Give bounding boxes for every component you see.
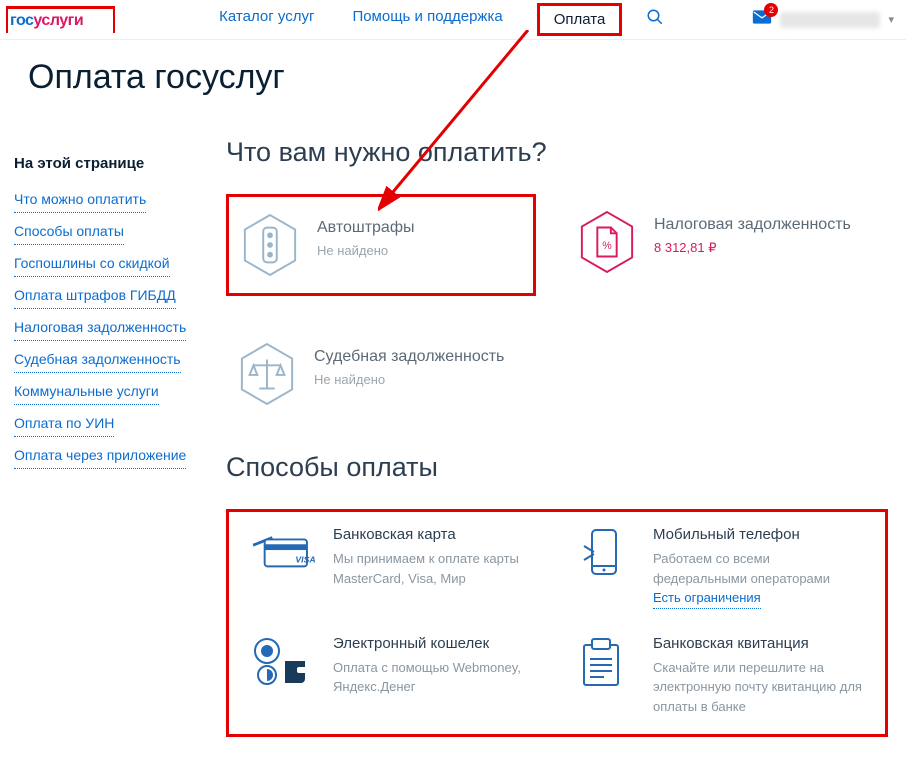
search-icon[interactable] [646, 8, 664, 31]
chevron-down-icon: ▾ [888, 13, 894, 26]
service-name: Судебная задолженность [314, 348, 504, 366]
svg-text:%: % [602, 240, 612, 252]
user-name-blurred [780, 12, 880, 28]
pay-method-receipt[interactable]: Банковская квитанция Скачайте или перешл… [567, 635, 867, 717]
logo[interactable]: госуслуги [6, 6, 115, 33]
pay-method-wallet[interactable]: Электронный кошелек Оплата с помощью Web… [247, 635, 547, 717]
pay-sub: Скачайте или перешлите на электронную по… [653, 658, 867, 717]
pay-limit-link[interactable]: Есть ограничения [653, 588, 761, 609]
pay-sub: Работаем со всеми федеральными оператора… [653, 549, 867, 588]
page-title: Оплата госуслуг [0, 40, 906, 107]
service-name: Автоштрафы [317, 219, 415, 237]
sidebar-link-5[interactable]: Судебная задолженность [14, 346, 181, 373]
sidebar-link-2[interactable]: Госпошлины со скидкой [14, 250, 170, 277]
logo-text1: гос [10, 12, 33, 29]
service-tax[interactable]: % Налоговая задолженность 8 312,81 ₽ [566, 194, 876, 296]
pay-sub: Оплата с помощью Webmoney, Яндекс.Денег [333, 658, 547, 697]
services-title: Что вам нужно оплатить? [226, 137, 888, 168]
mobile-icon [567, 526, 635, 609]
card-icon: VISA [247, 526, 315, 609]
payment-title: Способы оплаты [226, 452, 888, 483]
document-percent-icon: % [578, 210, 636, 274]
sidebar-title: На этой странице [14, 155, 208, 172]
service-name: Налоговая задолженность [654, 216, 851, 234]
service-fines[interactable]: Автоштрафы Не найдено [226, 194, 536, 296]
sidebar-link-1[interactable]: Способы оплаты [14, 218, 124, 245]
pay-method-mobile[interactable]: Мобильный телефон Работаем со всеми феде… [567, 526, 867, 609]
pay-method-card[interactable]: VISA Банковская карта Мы принимаем к опл… [247, 526, 547, 609]
pay-name: Электронный кошелек [333, 635, 547, 652]
nav-payment[interactable]: Оплата [537, 3, 623, 36]
user-menu[interactable]: 2 ▾ [752, 9, 894, 30]
nav-items: Каталог услуг Помощь и поддержка Оплата [215, 3, 622, 36]
svg-text:VISA: VISA [295, 555, 315, 565]
ewallet-icon [247, 635, 315, 717]
scales-icon [238, 342, 296, 406]
sidebar-link-8[interactable]: Оплата через приложение [14, 442, 186, 469]
payment-grid: VISA Банковская карта Мы принимаем к опл… [226, 509, 888, 737]
service-sub: Не найдено [314, 372, 504, 387]
logo-text2: услуги [33, 12, 83, 29]
pay-name: Банковская квитанция [653, 635, 867, 652]
sidebar: На этой странице Что можно оплатить Спос… [8, 137, 208, 737]
sidebar-link-0[interactable]: Что можно оплатить [14, 186, 146, 213]
service-court[interactable]: Судебная задолженность Не найдено [226, 326, 536, 422]
service-sub: 8 312,81 ₽ [654, 240, 851, 256]
pay-name: Банковская карта [333, 526, 547, 543]
top-nav: госуслуги Каталог услуг Помощь и поддерж… [0, 0, 906, 40]
sidebar-link-3[interactable]: Оплата штрафов ГИБДД [14, 282, 176, 309]
service-sub: Не найдено [317, 243, 415, 258]
receipt-icon [567, 635, 635, 717]
mail-badge: 2 [764, 3, 778, 17]
sidebar-link-6[interactable]: Коммунальные услуги [14, 378, 159, 405]
pay-name: Мобильный телефон [653, 526, 867, 543]
mail-icon[interactable]: 2 [752, 9, 772, 30]
sidebar-link-7[interactable]: Оплата по УИН [14, 410, 114, 437]
nav-catalog[interactable]: Каталог услуг [215, 3, 318, 36]
content: Что вам нужно оплатить? Автоштрафы Не на… [208, 137, 888, 737]
traffic-light-icon [241, 213, 299, 277]
sidebar-link-4[interactable]: Налоговая задолженность [14, 314, 186, 341]
pay-sub: Мы принимаем к оплате карты MasterCard, … [333, 549, 547, 588]
nav-help[interactable]: Помощь и поддержка [348, 3, 506, 36]
